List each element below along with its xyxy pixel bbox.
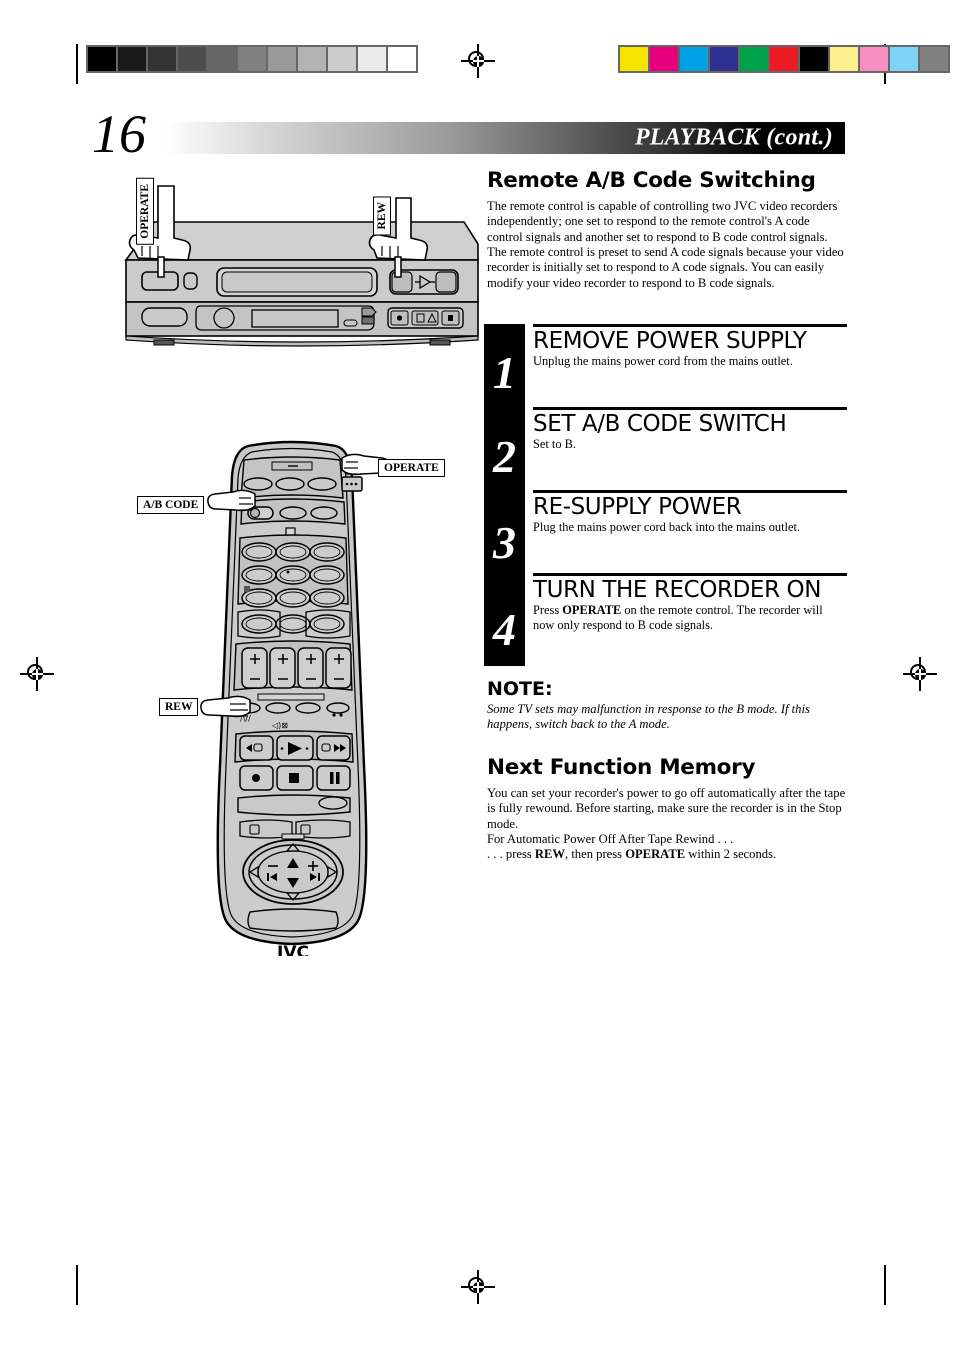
next-function-memory-section: Next Function Memory You can set your re… — [487, 755, 847, 863]
registration-mark-top — [461, 44, 495, 78]
press-line-mid: , then press — [565, 847, 626, 862]
page-canvas: PLAYBACK (cont.) 16 OPERATE REW /\// ◁)⊠… — [0, 0, 954, 1351]
gray-swatch-3 — [178, 47, 206, 71]
note-body: Some TV sets may malfunction in response… — [487, 702, 810, 732]
section-body-remote-ab: The remote control is capable of control… — [487, 199, 844, 290]
right-column: Remote A/B Code Switching The remote con… — [487, 168, 847, 291]
step-4-desc-bold: OPERATE — [562, 602, 622, 617]
section-body-next-function-memory: You can set your recorder's power to go … — [487, 786, 846, 831]
step-rule — [533, 490, 847, 493]
step-4: TURN THE RECORDER ON Press OPERATE on th… — [533, 573, 847, 632]
color-swatch-2 — [680, 47, 708, 71]
step-rule — [533, 324, 847, 327]
registration-mark-bottom — [461, 1270, 495, 1304]
line-automatic-power-off: For Automatic Power Off After Tape Rewin… — [487, 832, 734, 847]
step-4-desc-pre: Press — [533, 602, 563, 617]
page-header-band: PLAYBACK (cont.) — [165, 122, 845, 154]
gray-swatch-4 — [208, 47, 236, 71]
color-swatch-1 — [650, 47, 678, 71]
step-2: SET A/B CODE SWITCH Set to B. — [533, 407, 847, 452]
gray-swatch-2 — [148, 47, 176, 71]
press-line-operate: OPERATE — [625, 847, 686, 862]
remote-brand-logo: JVC — [276, 943, 309, 956]
step-number-1: 1 — [493, 347, 516, 398]
gray-swatch-7 — [298, 47, 326, 71]
color-swatch-0 — [620, 47, 648, 71]
note-section: NOTE: Some TV sets may malfunction in re… — [487, 678, 847, 733]
vcr-callout-operate: OPERATE — [136, 178, 154, 245]
line-press-rew-operate: . . . press REW, then press OPERATE with… — [487, 847, 847, 862]
gray-swatch-9 — [358, 47, 386, 71]
step-3: RE-SUPPLY POWER Plug the mains power cor… — [533, 490, 847, 535]
step-heading-1: REMOVE POWER SUPPLY — [533, 327, 807, 354]
gray-swatch-1 — [118, 47, 146, 71]
registration-mark-right — [903, 657, 937, 691]
svg-text:◁)⊠: ◁)⊠ — [271, 721, 288, 730]
step-number-2: 2 — [493, 431, 516, 482]
remote-callout-ab-code: A/B CODE — [137, 496, 205, 514]
remote-callout-operate: OPERATE — [378, 459, 445, 477]
color-swatch-4 — [740, 47, 768, 71]
color-swatch-5 — [770, 47, 798, 71]
remote-callout-hand-ab-code — [207, 489, 256, 512]
registration-mark-left — [20, 657, 54, 691]
step-description-2: Set to B. — [533, 436, 577, 451]
step-heading-4: TURN THE RECORDER ON — [533, 576, 822, 603]
gray-swatch-0 — [88, 47, 116, 71]
remote-callout-hand-rew — [200, 695, 251, 718]
step-description-1: Unplug the mains power cord from the mai… — [533, 353, 793, 368]
color-swatch-7 — [830, 47, 858, 71]
gray-swatch-5 — [238, 47, 266, 71]
press-line-pre: . . . press — [487, 847, 535, 862]
step-rule — [533, 573, 847, 576]
press-line-rew: REW — [534, 847, 566, 862]
steps-container: 1 REMOVE POWER SUPPLY Unplug the mains p… — [484, 324, 847, 666]
crop-mark-bottom-right — [884, 1265, 886, 1305]
note-heading: NOTE: — [487, 678, 553, 700]
grayscale-calibration-strip — [86, 45, 418, 73]
step-heading-3: RE-SUPPLY POWER — [533, 493, 742, 520]
step-number-4: 4 — [493, 604, 516, 655]
crop-mark-bottom-left — [76, 1265, 78, 1305]
section-title-remote-ab: Remote A/B Code Switching — [487, 168, 816, 193]
color-calibration-strip — [618, 45, 950, 73]
vcr-callout-rew: REW — [373, 196, 391, 236]
gray-swatch-8 — [328, 47, 356, 71]
step-1: REMOVE POWER SUPPLY Unplug the mains pow… — [533, 324, 847, 369]
step-heading-2: SET A/B CODE SWITCH — [533, 410, 787, 437]
step-rule — [533, 407, 847, 410]
crop-mark-top-left — [76, 44, 78, 84]
page-title: PLAYBACK (cont.) — [634, 124, 833, 151]
color-swatch-10 — [920, 47, 948, 71]
vcr-illustration — [124, 185, 479, 347]
remote-callout-rew: REW — [159, 698, 199, 716]
section-title-next-function-memory: Next Function Memory — [487, 755, 756, 780]
step-description-4: Press OPERATE on the remote control. The… — [533, 603, 847, 633]
color-swatch-6 — [800, 47, 828, 71]
gray-swatch-6 — [268, 47, 296, 71]
press-line-post: within 2 seconds. — [685, 847, 777, 862]
step-number-3: 3 — [493, 517, 516, 568]
step-description-3: Plug the mains power cord back into the … — [533, 519, 801, 534]
color-swatch-3 — [710, 47, 738, 71]
color-swatch-8 — [860, 47, 888, 71]
color-swatch-9 — [890, 47, 918, 71]
gray-swatch-10 — [388, 47, 416, 71]
page-number: 16 — [92, 104, 146, 164]
